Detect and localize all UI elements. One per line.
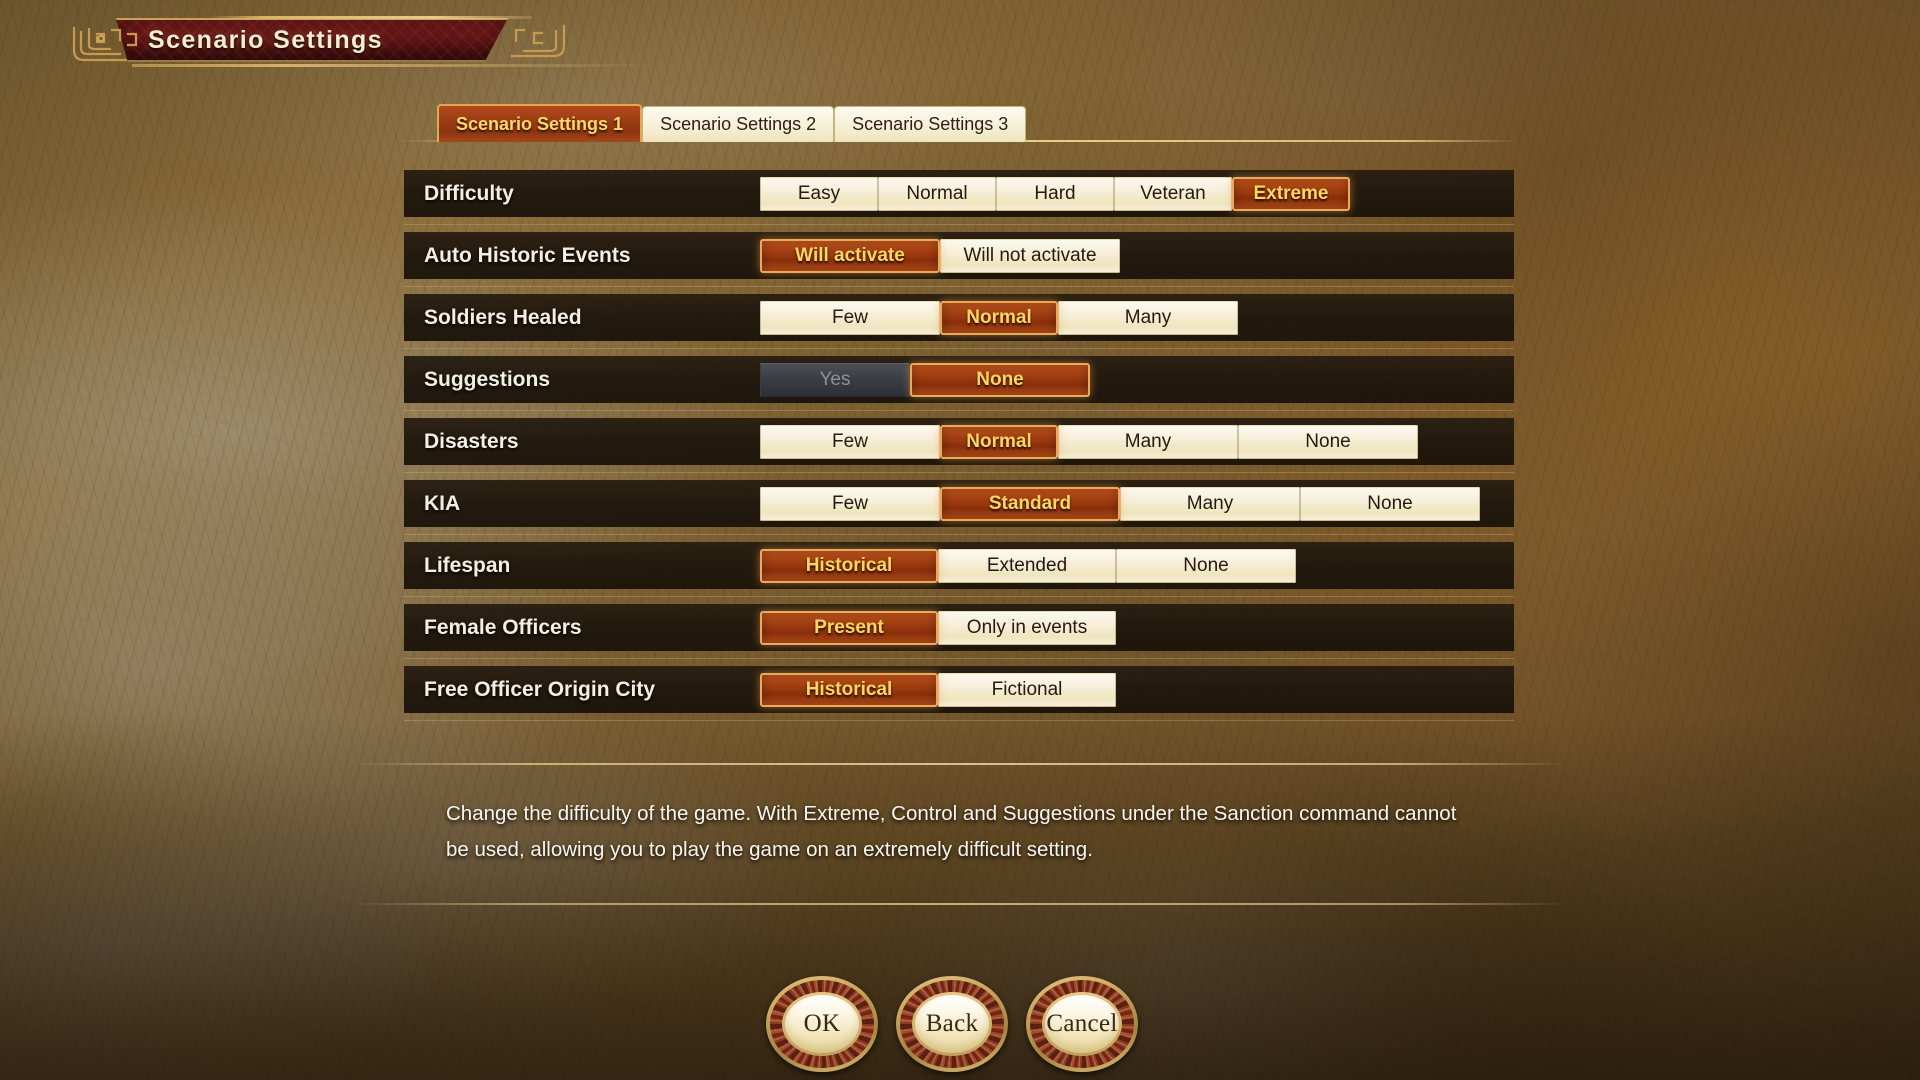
- button-face: OK: [785, 995, 859, 1053]
- setting-label: Free Officer Origin City: [424, 677, 656, 701]
- banner-bottom-rule: [132, 64, 652, 67]
- settings-panel: Difficulty Easy Normal Hard Veteran Extreme Au…: [404, 170, 1514, 728]
- option-group: Historical Fictional: [760, 672, 1116, 707]
- option-group: Few Standard Many None: [760, 486, 1480, 521]
- setting-label: Female Officers: [424, 615, 582, 639]
- option-button[interactable]: Many: [1058, 424, 1238, 459]
- option-group: Present Only in events: [760, 610, 1116, 645]
- tab-scenario-settings-1[interactable]: Scenario Settings 1: [437, 104, 643, 142]
- option-button[interactable]: Normal: [878, 176, 996, 211]
- description-text: Change the difficulty of the game. With …: [446, 802, 1457, 861]
- option-button[interactable]: Many: [1120, 486, 1300, 521]
- option-button[interactable]: Many: [1058, 300, 1238, 335]
- banner-top-rule: [206, 16, 532, 19]
- option-group: Historical Extended None: [760, 548, 1296, 583]
- option-button[interactable]: Veteran: [1114, 176, 1232, 211]
- option-button[interactable]: None: [1238, 424, 1418, 459]
- option-button[interactable]: Few: [760, 424, 940, 459]
- back-button[interactable]: Back: [896, 976, 1008, 1072]
- option-group: Few Normal Many None: [760, 424, 1418, 459]
- option-button[interactable]: Only in events: [938, 610, 1116, 645]
- option-button[interactable]: Present: [760, 610, 938, 645]
- button-label: OK: [803, 1010, 841, 1037]
- option-button[interactable]: None: [1116, 548, 1296, 583]
- description-bottom-rule: [352, 903, 1568, 905]
- ok-button[interactable]: OK: [766, 976, 878, 1072]
- option-button[interactable]: Normal: [940, 300, 1058, 335]
- setting-label: Soldiers Healed: [424, 305, 582, 329]
- option-button[interactable]: Few: [760, 300, 940, 335]
- button-face: Cancel: [1045, 995, 1119, 1053]
- option-group: Easy Normal Hard Veteran Extreme: [760, 176, 1350, 211]
- button-face: Back: [915, 995, 989, 1053]
- setting-label: Difficulty: [424, 181, 514, 205]
- setting-label: Disasters: [424, 429, 519, 453]
- option-button[interactable]: Historical: [760, 548, 938, 583]
- option-button[interactable]: Will activate: [760, 238, 940, 273]
- setting-label: Auto Historic Events: [424, 243, 631, 267]
- description-top-rule: [352, 763, 1568, 765]
- dialog-button-bar: OK Back Cancel: [766, 976, 1138, 1072]
- setting-row: KIA Few Standard Many None: [404, 480, 1514, 535]
- option-button[interactable]: Historical: [760, 672, 938, 707]
- cancel-button[interactable]: Cancel: [1026, 976, 1138, 1072]
- option-button[interactable]: Standard: [940, 486, 1120, 521]
- option-button[interactable]: Extended: [938, 548, 1116, 583]
- option-button[interactable]: Will not activate: [940, 238, 1120, 273]
- option-button[interactable]: None: [910, 362, 1090, 397]
- button-label: Back: [925, 1010, 979, 1037]
- page-title: Scenario Settings: [148, 26, 383, 54]
- option-button[interactable]: Few: [760, 486, 940, 521]
- option-button[interactable]: Extreme: [1232, 176, 1350, 211]
- option-button[interactable]: Hard: [996, 176, 1114, 211]
- banner-ornament-right-icon: [510, 24, 566, 58]
- setting-row: Lifespan Historical Extended None: [404, 542, 1514, 597]
- tab-scenario-settings-2[interactable]: Scenario Settings 2: [642, 106, 835, 142]
- setting-label: Lifespan: [424, 553, 511, 577]
- setting-row: Difficulty Easy Normal Hard Veteran Extreme: [404, 170, 1514, 225]
- option-button[interactable]: Normal: [940, 424, 1058, 459]
- setting-row: Disasters Few Normal Many None: [404, 418, 1514, 473]
- option-button[interactable]: Fictional: [938, 672, 1116, 707]
- tab-scenario-settings-3[interactable]: Scenario Settings 3: [834, 106, 1027, 142]
- setting-label: Suggestions: [424, 367, 551, 391]
- setting-row: Free Officer Origin City Historical Fictio…: [404, 666, 1514, 721]
- setting-row: Female Officers Present Only in events: [404, 604, 1514, 659]
- option-button: Yes: [760, 362, 910, 397]
- setting-row: Soldiers Healed Few Normal Many: [404, 294, 1514, 349]
- option-group: Will activate Will not activate: [760, 238, 1120, 273]
- button-label: Cancel: [1046, 1010, 1118, 1037]
- option-group: Yes None: [760, 362, 1090, 397]
- banner-ornament-left-icon: [72, 26, 138, 62]
- option-group: Few Normal Many: [760, 300, 1238, 335]
- setting-row: Auto Historic Events Will activate Will no…: [404, 232, 1514, 287]
- tab-bar: Scenario Settings 1 Scenario Settings 2 Sc…: [437, 104, 1027, 142]
- setting-label: KIA: [424, 491, 461, 515]
- title-banner: Scenario Settings: [36, 14, 652, 67]
- setting-row: Suggestions Yes None: [404, 356, 1514, 411]
- option-button[interactable]: None: [1300, 486, 1480, 521]
- option-button[interactable]: Easy: [760, 176, 878, 211]
